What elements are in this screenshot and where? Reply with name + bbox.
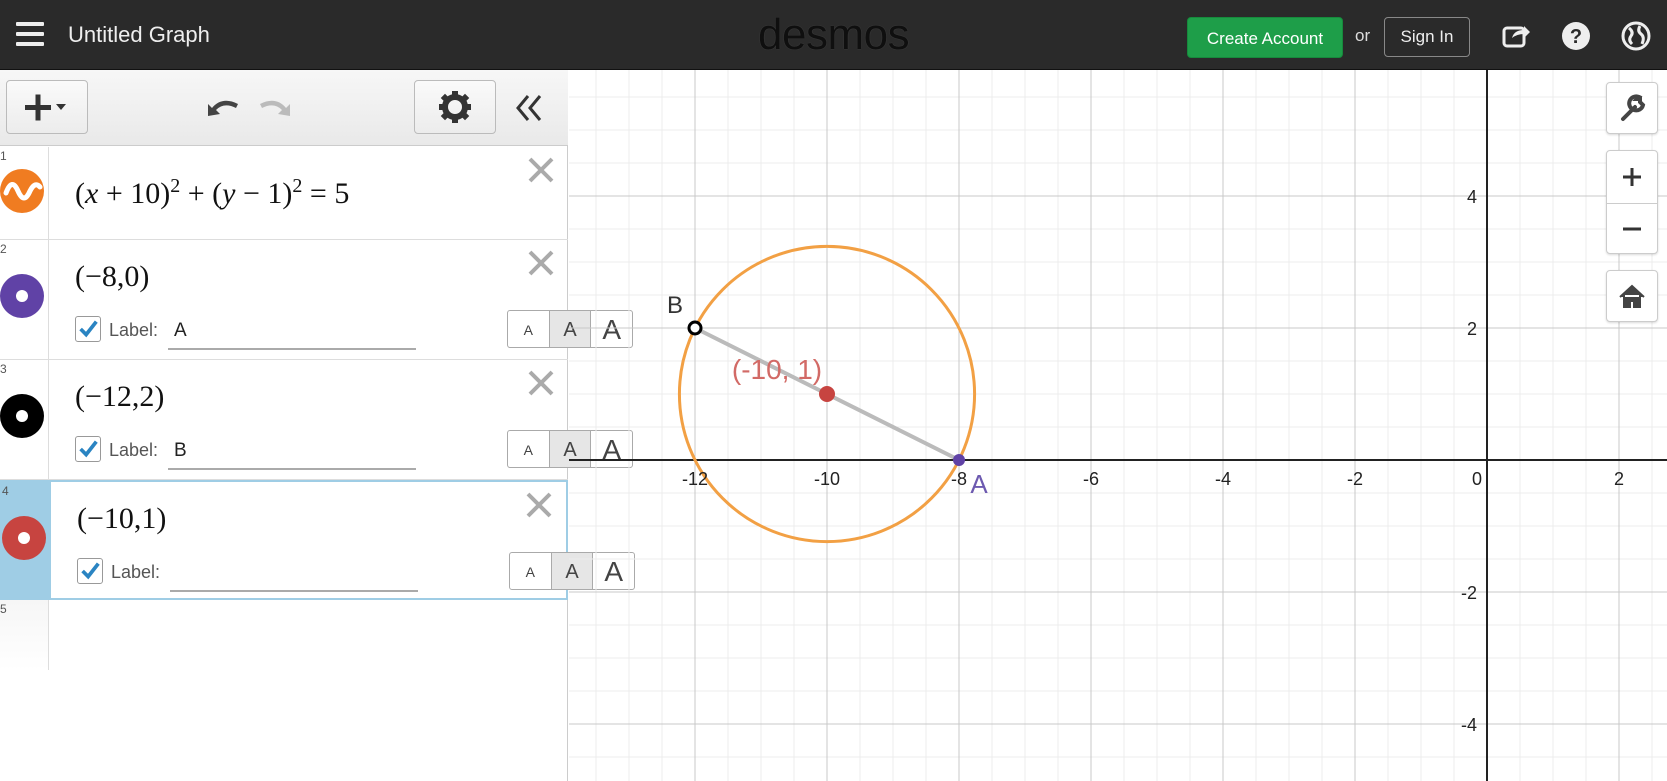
expression-math[interactable]: (x + 10)2 + (y − 1)2 = 5 xyxy=(75,175,349,211)
collapse-panel-icon[interactable] xyxy=(514,92,546,124)
settings-button[interactable] xyxy=(414,80,496,134)
default-viewport-button[interactable] xyxy=(1606,270,1658,322)
point-label: B xyxy=(667,292,683,319)
label-options: Label: A A A xyxy=(75,310,633,352)
close-icon[interactable] xyxy=(526,368,556,398)
expression-gutter: 3 xyxy=(0,360,49,479)
expression-gutter: 2 xyxy=(0,240,49,359)
close-icon[interactable] xyxy=(524,490,554,520)
desmos-logo: desmos xyxy=(758,10,910,59)
point-center[interactable] xyxy=(819,386,835,402)
home-icon xyxy=(1619,284,1645,308)
expression-number: 5 xyxy=(0,602,7,616)
label-options: Label: A A A xyxy=(77,552,635,594)
point-label: (-10, 1) xyxy=(732,354,822,385)
label-checkbox[interactable] xyxy=(75,436,101,462)
point-a[interactable] xyxy=(953,454,965,466)
graph-title[interactable]: Untitled Graph xyxy=(68,22,210,48)
or-text: or xyxy=(1355,26,1371,45)
expression-list-panel: 1 (x + 10)2 + (y − 1)2 = 5 2 (−8,0) Labe… xyxy=(0,70,635,781)
label-caption: Label: xyxy=(109,440,159,460)
point-color-icon[interactable] xyxy=(0,394,44,438)
label-size-small[interactable]: A xyxy=(508,311,550,347)
redo-icon[interactable] xyxy=(254,90,294,124)
label-size-small[interactable]: A xyxy=(508,431,550,467)
close-icon[interactable] xyxy=(526,248,556,278)
sign-in-button[interactable]: Sign In xyxy=(1384,17,1470,57)
y-tick-label: -2 xyxy=(1461,583,1477,603)
point-color-icon[interactable] xyxy=(2,516,46,560)
graph-canvas[interactable]: -12 -10 -8 -6 -4 -2 0 2 4 2 -2 -4 A B (-10, 1) xyxy=(569,70,1667,781)
svg-text:?: ? xyxy=(1570,26,1582,48)
expression-math[interactable]: (−10,1) xyxy=(77,502,166,536)
wrench-icon xyxy=(1621,94,1646,121)
label-input[interactable] xyxy=(170,556,418,592)
expression-number: 1 xyxy=(0,149,7,163)
add-item-button[interactable] xyxy=(6,80,88,134)
y-tick-label: 4 xyxy=(1467,187,1477,207)
x-tick-label: -4 xyxy=(1215,469,1231,489)
expression-number: 2 xyxy=(0,242,7,256)
undo-icon[interactable] xyxy=(204,90,244,124)
x-tick-label: -2 xyxy=(1347,469,1363,489)
expression-math[interactable]: (−8,0) xyxy=(75,260,149,294)
point-label: A xyxy=(970,469,988,499)
menu-icon[interactable] xyxy=(16,22,44,48)
expression-gutter: 4 xyxy=(2,482,51,598)
x-tick-label: 2 xyxy=(1614,469,1624,489)
zoom-controls xyxy=(1606,150,1658,254)
x-tick-label: -8 xyxy=(951,469,967,489)
label-caption: Label: xyxy=(109,320,159,340)
add-expression-icon xyxy=(25,94,66,121)
expression-number: 3 xyxy=(0,362,7,376)
label-input[interactable] xyxy=(168,314,416,350)
label-size-small[interactable]: A xyxy=(510,553,552,589)
y-tick-label: -4 xyxy=(1461,715,1477,735)
label-input[interactable] xyxy=(168,434,416,470)
y-tick-label: 2 xyxy=(1467,319,1477,339)
expression-gutter: 5 xyxy=(0,600,49,670)
graph-settings-button[interactable] xyxy=(1606,82,1658,134)
help-icon[interactable]: ? xyxy=(1560,20,1592,52)
label-checkbox[interactable] xyxy=(77,558,103,584)
label-checkbox[interactable] xyxy=(75,316,101,342)
expression-item[interactable]: 2 (−8,0) Label: A A A xyxy=(0,240,633,360)
point-color-icon[interactable] xyxy=(0,274,44,318)
graph-paper[interactable]: -12 -10 -8 -6 -4 -2 0 2 4 2 -2 -4 A B (-10, 1) xyxy=(569,70,1667,781)
close-icon[interactable] xyxy=(526,155,556,185)
settings-gear-icon xyxy=(439,91,471,123)
expression-number: 4 xyxy=(2,484,9,498)
language-globe-icon[interactable] xyxy=(1620,20,1652,52)
expression-item[interactable]: 1 (x + 10)2 + (y − 1)2 = 5 xyxy=(0,147,568,240)
expression-gutter: 1 xyxy=(0,147,49,239)
expression-math[interactable]: (−12,2) xyxy=(75,380,164,414)
x-tick-label: -12 xyxy=(682,469,708,489)
curve-color-icon[interactable] xyxy=(0,169,44,213)
expression-toolbar xyxy=(0,70,568,146)
top-bar: Untitled Graph desmos Create Account or … xyxy=(0,0,1667,70)
x-tick-label: -6 xyxy=(1083,469,1099,489)
zoom-in-icon[interactable] xyxy=(1607,151,1657,203)
share-icon[interactable] xyxy=(1500,20,1532,52)
point-b[interactable] xyxy=(687,320,703,336)
x-tick-label: -10 xyxy=(814,469,840,489)
expression-item-selected[interactable]: 4 (−10,1) Label: A A A xyxy=(0,480,635,600)
label-caption: Label: xyxy=(111,562,161,582)
empty-expression-item[interactable]: 5 xyxy=(0,600,568,670)
create-account-button[interactable]: Create Account xyxy=(1187,17,1343,58)
label-options: Label: A A A xyxy=(75,430,633,472)
expression-item[interactable]: 3 (−12,2) Label: A A A xyxy=(0,360,633,480)
zoom-out-icon[interactable] xyxy=(1607,203,1657,255)
x-tick-label: 0 xyxy=(1472,469,1482,489)
